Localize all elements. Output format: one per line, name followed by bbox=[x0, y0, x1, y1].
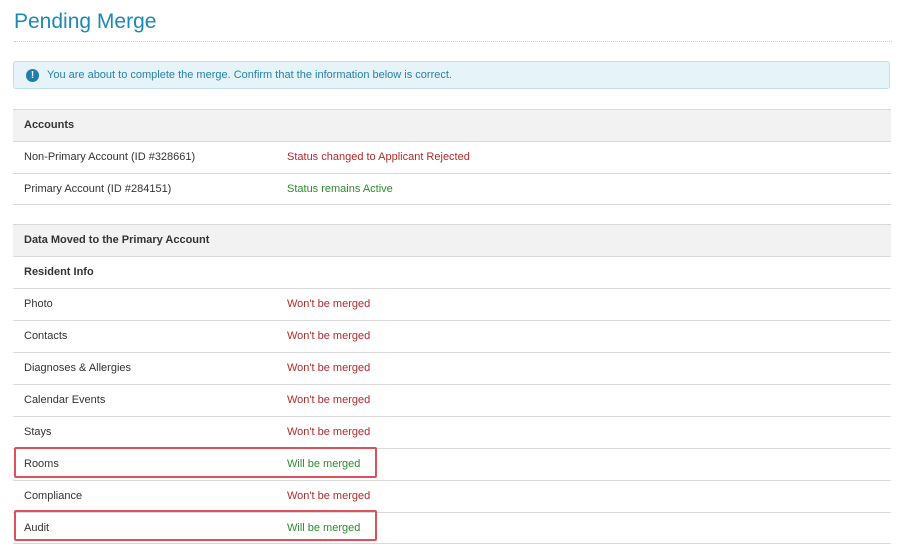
resident-info-row: Resident Info bbox=[13, 256, 891, 288]
table-row: Primary Account (ID #284151) Status rema… bbox=[13, 173, 891, 205]
page-title: Pending Merge bbox=[14, 10, 157, 33]
stays-status: Won't be merged bbox=[287, 426, 371, 438]
compliance-status: Won't be merged bbox=[287, 490, 371, 502]
data-moved-header: Data Moved to the Primary Account bbox=[24, 234, 210, 246]
compliance-label: Compliance bbox=[24, 490, 83, 502]
table-row: Compliance Won't be merged bbox=[13, 480, 891, 512]
alert-text: You are about to complete the merge. Con… bbox=[47, 69, 452, 81]
accounts-header: Accounts bbox=[24, 119, 75, 131]
data-moved-header-row: Data Moved to the Primary Account bbox=[13, 224, 891, 256]
data-moved-table: Data Moved to the Primary Account Reside… bbox=[13, 224, 891, 544]
info-alert: ! You are about to complete the merge. C… bbox=[13, 61, 890, 89]
table-row: Audit Will be merged bbox=[13, 512, 891, 544]
table-row: Contacts Won't be merged bbox=[13, 320, 891, 352]
table-row: Rooms Will be merged bbox=[13, 448, 891, 480]
exclamation-circle-icon: ! bbox=[26, 69, 39, 82]
resident-info-subheader: Resident Info bbox=[24, 266, 94, 278]
table-row: Photo Won't be merged bbox=[13, 288, 891, 320]
table-row: Diagnoses & Allergies Won't be merged bbox=[13, 352, 891, 384]
title-divider bbox=[14, 41, 892, 42]
rooms-status: Will be merged bbox=[287, 458, 361, 470]
audit-label: Audit bbox=[24, 522, 50, 534]
audit-status: Will be merged bbox=[287, 522, 361, 534]
contacts-label: Contacts bbox=[24, 330, 68, 342]
table-row: Calendar Events Won't be merged bbox=[13, 384, 891, 416]
diagnoses-allergies-label: Diagnoses & Allergies bbox=[24, 362, 132, 374]
calendar-events-label: Calendar Events bbox=[24, 394, 106, 406]
rooms-label: Rooms bbox=[24, 458, 59, 470]
diagnoses-allergies-status: Won't be merged bbox=[287, 362, 371, 374]
photo-status: Won't be merged bbox=[287, 298, 371, 310]
table-row: Stays Won't be merged bbox=[13, 416, 891, 448]
non-primary-account-status: Status changed to Applicant Rejected bbox=[287, 151, 470, 163]
stays-label: Stays bbox=[24, 426, 52, 438]
non-primary-account-label: Non-Primary Account (ID #328661) bbox=[24, 151, 196, 163]
primary-account-status: Status remains Active bbox=[287, 183, 393, 195]
pending-merge-page: Pending Merge ! You are about to complet… bbox=[0, 0, 904, 552]
contacts-status: Won't be merged bbox=[287, 330, 371, 342]
accounts-header-row: Accounts bbox=[13, 109, 891, 141]
photo-label: Photo bbox=[24, 298, 53, 310]
primary-account-label: Primary Account (ID #284151) bbox=[24, 183, 172, 195]
accounts-table: Accounts Non-Primary Account (ID #328661… bbox=[13, 109, 891, 205]
calendar-events-status: Won't be merged bbox=[287, 394, 371, 406]
table-row: Non-Primary Account (ID #328661) Status … bbox=[13, 141, 891, 173]
